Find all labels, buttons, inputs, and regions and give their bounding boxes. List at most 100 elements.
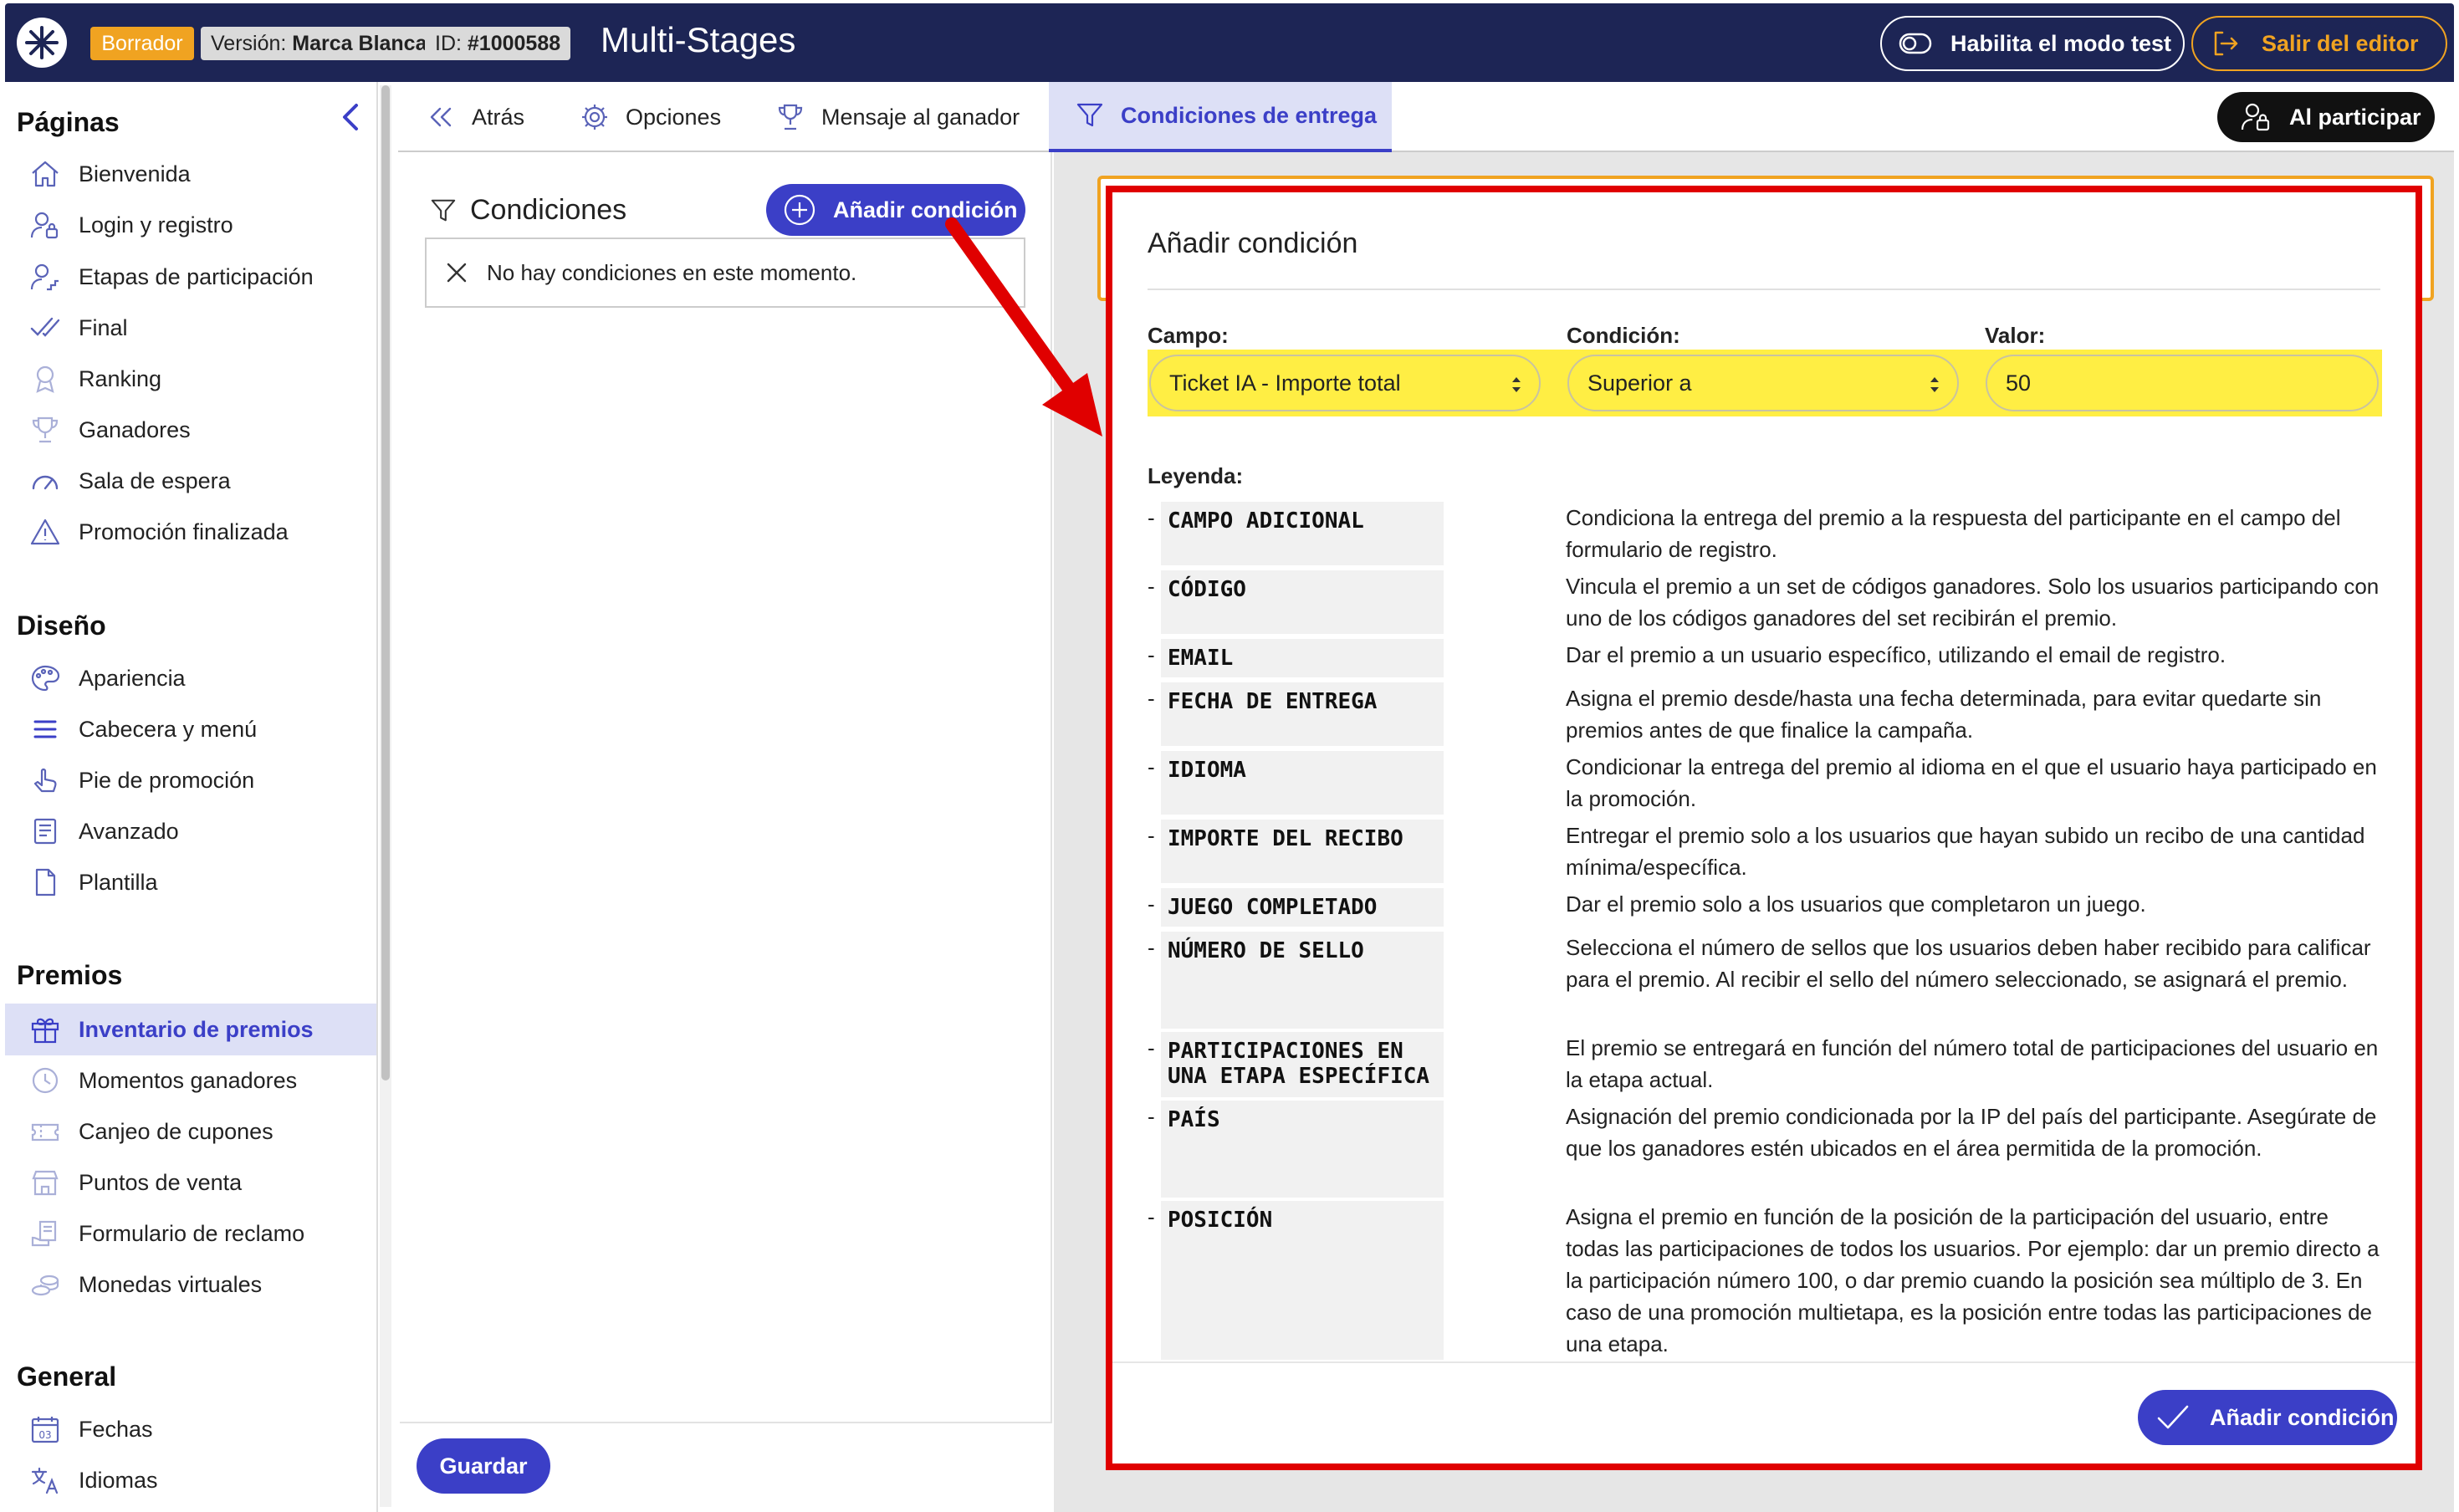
tab-winner-message[interactable]: Mensaje al ganador <box>776 82 1027 152</box>
legend-key: IDIOMA <box>1161 751 1444 815</box>
tab-label: Condiciones de entrega <box>1121 102 1378 128</box>
add-condition-label: Añadir condición <box>833 197 1018 222</box>
sidebar-item-monedas[interactable]: Monedas virtuales <box>5 1259 376 1310</box>
sidebar-item-label: Pie de promoción <box>79 767 255 793</box>
sidebar-item-cabecera[interactable]: Cabecera y menú <box>5 703 376 755</box>
collapse-sidebar-icon[interactable] <box>340 102 361 132</box>
id-label: ID: <box>435 32 462 55</box>
legend-row: - NÚMERO DE SELLO Selecciona el número de … <box>1148 932 2382 1029</box>
sidebar-item-momentos[interactable]: Momentos ganadores <box>5 1055 376 1106</box>
legend-key: EMAIL <box>1161 639 1444 677</box>
user-lock-icon <box>30 212 59 239</box>
add-condition-button[interactable]: Añadir condición <box>766 184 1025 236</box>
submit-add-condition-button[interactable]: Añadir condición <box>2138 1390 2397 1445</box>
sidebar-item-label: Avanzado <box>79 818 179 844</box>
legend-desc: Selecciona el número de sellos que los u… <box>1566 935 2371 992</box>
store-icon <box>32 1170 59 1196</box>
valor-label: Valor: <box>1985 323 2046 348</box>
condicion-select[interactable]: Superior a <box>1567 355 1959 411</box>
app-logo[interactable] <box>17 18 67 68</box>
medal-icon <box>36 365 54 393</box>
version-badge: Versión: Marca Blanca <box>201 27 437 60</box>
calendar-icon: 03 <box>31 1417 59 1443</box>
sidebar-item-avanzado[interactable]: Avanzado <box>5 805 376 857</box>
warning-icon <box>30 518 60 545</box>
sidebar-item-puntos-venta[interactable]: Puntos de venta <box>5 1157 376 1208</box>
legend-label: Leyenda: <box>1148 463 1244 488</box>
conditions-heading: Condiciones <box>430 194 626 227</box>
legend-key: POSICIÓN <box>1161 1201 1444 1360</box>
sidebar-section-title-general: General <box>17 1361 117 1392</box>
valor-input[interactable]: 50 <box>1986 355 2379 411</box>
sidebar-item-label: Formulario de reclamo <box>79 1220 305 1246</box>
legend-row: - IDIOMA Condicionar la entrega del premio… <box>1148 751 2382 815</box>
sidebar-item-label: Apariencia <box>79 665 186 691</box>
top-bar: Borrador Versión: Marca Blanca ID: #1000… <box>5 3 2454 82</box>
legend-key: FECHA DE ENTREGA <box>1161 682 1444 746</box>
sidebar-item-formulario-reclamo[interactable]: Formulario de reclamo <box>5 1208 376 1259</box>
sidebar-item-inventario[interactable]: Inventario de premios <box>5 1004 376 1055</box>
sidebar-item-promocion-finalizada[interactable]: Promoción finalizada <box>5 506 376 558</box>
sidebar-item-sala-espera[interactable]: Sala de espera <box>5 455 376 507</box>
modal-divider <box>1148 289 2380 290</box>
sidebar-item-bienvenida[interactable]: Bienvenida <box>5 148 376 200</box>
status-badge: Borrador <box>90 27 194 60</box>
sidebar-item-cupones[interactable]: Canjeo de cupones <box>5 1106 376 1157</box>
select-caret-icon <box>1512 377 1521 392</box>
page-title: Multi-Stages <box>601 20 796 59</box>
conditions-panel <box>400 152 1052 1512</box>
claim-form-icon <box>31 1220 57 1247</box>
user-lock-icon <box>2241 103 2270 131</box>
sidebar-item-fechas[interactable]: 03 Fechas <box>5 1403 376 1455</box>
sidebar-item-login[interactable]: Login y registro <box>5 199 376 251</box>
legend-desc: El premio se entregará en función del nú… <box>1566 1035 2379 1092</box>
sidebar-item-label: Bienvenida <box>79 161 191 186</box>
sidebar-item-label: Etapas de participación <box>79 263 314 289</box>
snowflake-logo-icon <box>25 26 59 59</box>
test-mode-button[interactable]: Habilita el modo test <box>1880 16 2185 71</box>
sidebar-item-label: Momentos ganadores <box>79 1067 298 1093</box>
sidebar-item-label: Ranking <box>79 365 162 391</box>
sidebar-item-plantilla[interactable]: Plantilla <box>5 856 376 908</box>
exit-editor-button[interactable]: Salir del editor <box>2191 16 2447 71</box>
legend-key: PARTICIPACIONES EN UNA ETAPA ESPECÍFICA <box>1161 1032 1444 1097</box>
sidebar-item-label: Sala de espera <box>79 467 231 493</box>
sidebar-item-etapas[interactable]: Etapas de participación <box>5 251 376 303</box>
sidebar-item-ranking[interactable]: Ranking <box>5 353 376 405</box>
condicion-label: Condición: <box>1567 323 1680 348</box>
double-check-icon <box>30 317 60 337</box>
legend-desc: Dar el premio solo a los usuarios que co… <box>1566 891 2146 917</box>
sidebar-item-idiomas[interactable]: Idiomas <box>5 1454 376 1506</box>
sidebar-item-label: Inventario de premios <box>79 1016 314 1042</box>
sidebar-scrollbar-thumb[interactable] <box>381 85 390 1080</box>
sidebar-item-final[interactable]: Final <box>5 302 376 354</box>
speedometer-icon <box>32 475 59 490</box>
tab-delivery-conditions[interactable]: Condiciones de entrega <box>1049 82 1392 152</box>
sidebar-item-label: Promoción finalizada <box>79 518 289 544</box>
legend-key: PAÍS <box>1161 1101 1444 1198</box>
campo-select[interactable]: Ticket IA - Importe total <box>1149 355 1541 411</box>
tab-back[interactable]: Atrás <box>427 82 535 152</box>
sidebar-item-label: Login y registro <box>79 212 233 238</box>
legend-row: - PAÍS Asignación del premio condicionada … <box>1148 1101 2382 1198</box>
home-icon <box>32 161 59 187</box>
legend-key: CÓDIGO <box>1161 570 1444 634</box>
legend-row: - FECHA DE ENTREGA Asigna el premio desde/… <box>1148 682 2382 746</box>
modal-footer-divider <box>1111 1361 2419 1363</box>
tab-options[interactable]: Opciones <box>580 82 739 152</box>
sidebar-item-apariencia[interactable]: Apariencia <box>5 652 376 704</box>
coins-icon <box>31 1274 59 1296</box>
conditions-title: Condiciones <box>470 194 627 226</box>
select-caret-icon <box>1930 377 1939 392</box>
empty-conditions-text: No hay condiciones en este momento. <box>487 259 857 285</box>
sidebar-item-ganadores[interactable]: Ganadores <box>5 404 376 456</box>
double-chevron-left-icon <box>430 107 452 127</box>
on-participate-button[interactable]: Al participar <box>2217 92 2435 142</box>
toggle-icon <box>1899 33 1932 54</box>
save-button[interactable]: Guardar <box>417 1438 550 1494</box>
legend-desc: Asignación del premio condicionada por l… <box>1566 1104 2377 1161</box>
sidebar-item-label: Monedas virtuales <box>79 1271 263 1297</box>
sidebar-item-pie[interactable]: Pie de promoción <box>5 754 376 806</box>
filter-icon <box>431 199 456 221</box>
legend-desc: Asigna el premio en función de la posici… <box>1566 1204 2380 1356</box>
